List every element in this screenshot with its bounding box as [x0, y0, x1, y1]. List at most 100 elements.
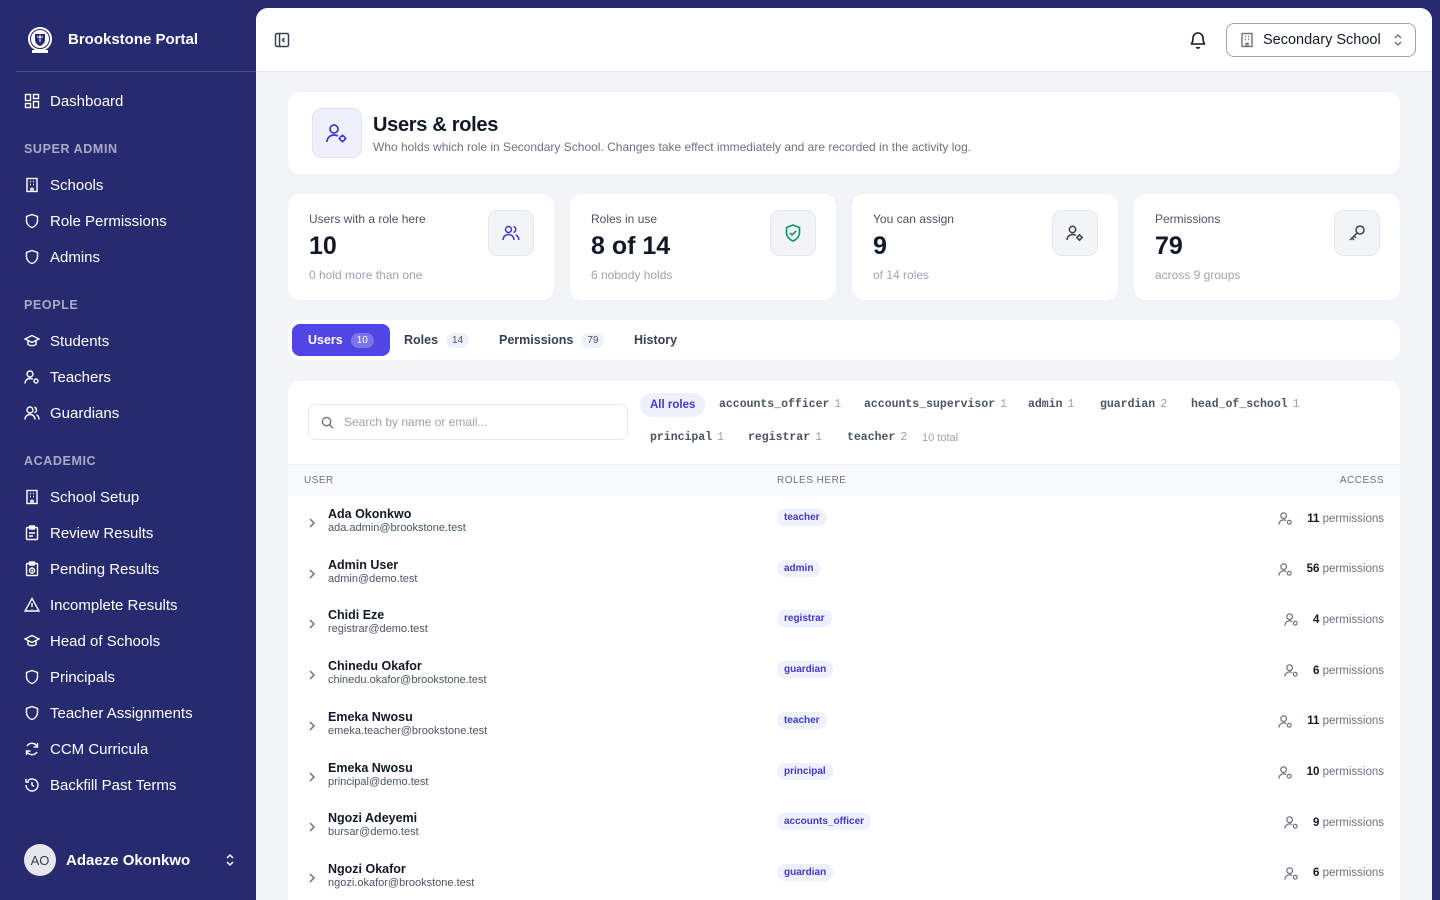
filter-chip-accounts-officer[interactable]: accounts_officer 1 — [709, 392, 851, 416]
user-cog-icon — [1278, 512, 1292, 525]
school-selector[interactable]: Secondary School — [1226, 23, 1416, 57]
filter-chip-registrar[interactable]: registrar 1 — [738, 425, 832, 449]
chevron-right-icon[interactable] — [306, 771, 318, 783]
chevron-right-icon[interactable] — [306, 872, 318, 884]
access-summary: 9 permissions — [1284, 815, 1384, 830]
filter-chip-accounts-supervisor[interactable]: accounts_supervisor 1 — [854, 392, 1017, 416]
chip-label: admin — [1028, 397, 1063, 411]
user-cog-icon — [1278, 715, 1292, 728]
tab-roles[interactable]: Roles 14 — [388, 324, 485, 356]
sidebar-item-review-results[interactable]: Review Results — [16, 516, 240, 550]
sidebar-item-pending-results[interactable]: Pending Results — [16, 552, 240, 586]
column-header-access: ACCESS — [1339, 475, 1384, 486]
role-badge: guardian — [777, 661, 834, 679]
building-icon — [1241, 32, 1253, 48]
permission-label: permissions — [1322, 563, 1384, 576]
sidebar-item-school-setup[interactable]: School Setup — [16, 480, 240, 514]
shield-icon — [25, 213, 39, 229]
sidebar-item-incomplete-results[interactable]: Incomplete Results — [16, 588, 240, 622]
chevron-right-icon[interactable] — [306, 821, 318, 833]
user-menu[interactable]: AO Adaeze Okonkwo — [24, 843, 236, 877]
chip-label: registrar — [748, 430, 811, 444]
table-row[interactable]: Ngozi Okafor ngozi.okafor@brookstone.tes… — [288, 860, 1400, 900]
filter-chip-guardian[interactable]: guardian 2 — [1090, 392, 1177, 416]
sidebar-item-teacher-assignments[interactable]: Teacher Assignments — [16, 696, 240, 730]
table-row[interactable]: Admin User admin@demo.test admin 56 perm… — [288, 556, 1400, 607]
chip-count: 1 — [717, 430, 725, 444]
filter-chip-all-roles[interactable]: All roles — [640, 393, 706, 417]
graduation-cap-icon — [24, 634, 40, 647]
tab-history[interactable]: History — [618, 324, 693, 356]
sidebar-item-schools[interactable]: Schools — [16, 168, 240, 202]
stat-value: 79 — [1155, 232, 1183, 260]
stat-value: 10 — [309, 232, 337, 260]
notifications-button[interactable] — [1188, 30, 1208, 50]
tab-users[interactable]: Users 10 — [292, 324, 390, 356]
building-icon — [26, 177, 38, 193]
stat-sub: 6 nobody holds — [591, 268, 673, 282]
sidebar-item-dashboard[interactable]: Dashboard — [16, 84, 240, 118]
filter-chip-admin[interactable]: admin 1 — [1018, 392, 1084, 416]
page-subtitle: Who holds which role in Secondary School… — [373, 140, 972, 154]
tab-permissions[interactable]: Permissions 79 — [483, 324, 620, 356]
role-badge: principal — [777, 762, 833, 780]
sidebar-item-ccm-curricula[interactable]: CCM Curricula — [16, 732, 240, 766]
topbar: Secondary School — [256, 8, 1432, 72]
sidebar-item-label: Pending Results — [50, 560, 160, 578]
sidebar-item-principals[interactable]: Principals — [16, 660, 240, 694]
tab-label: Permissions — [499, 333, 574, 347]
filter-chip-head-of-school[interactable]: head_of_school 1 — [1181, 392, 1310, 416]
chevron-right-icon[interactable] — [306, 568, 318, 580]
permission-count: 4 — [1313, 613, 1320, 626]
filter-chip-teacher[interactable]: teacher 2 — [837, 425, 917, 449]
search-box[interactable] — [308, 404, 628, 440]
table-row[interactable]: Emeka Nwosu emeka.teacher@brookstone.tes… — [288, 708, 1400, 759]
brand[interactable]: Brookstone Portal — [16, 22, 256, 72]
stat-label: Roles in use — [591, 212, 658, 226]
table-row[interactable]: Chinedu Okafor chinedu.okafor@brookstone… — [288, 657, 1400, 708]
access-summary: 11 permissions — [1278, 511, 1384, 526]
users-table-card: All roles accounts_officer 1 accounts_sup… — [288, 381, 1400, 900]
brand-name: Brookstone Portal — [68, 31, 199, 48]
user-cog-icon — [24, 370, 39, 384]
access-summary: 10 permissions — [1277, 765, 1384, 780]
sidebar-item-admins[interactable]: Admins — [16, 240, 240, 274]
chip-label: principal — [650, 430, 713, 444]
chevron-right-icon[interactable] — [306, 720, 318, 732]
chevron-right-icon[interactable] — [306, 517, 318, 529]
user-name: Chidi Eze — [328, 608, 385, 623]
table-row[interactable]: Ada Okonkwo ada.admin@brookstone.test te… — [288, 505, 1400, 556]
shield-icon — [25, 669, 39, 685]
nav-section-academic: ACADEMIC — [24, 454, 97, 468]
chevron-right-icon[interactable] — [306, 669, 318, 681]
user-name: Admin User — [328, 557, 399, 572]
user-email: ngozi.okafor@brookstone.test — [328, 876, 475, 889]
page-header: Users & roles Who holds which role in Se… — [288, 92, 1400, 174]
search-input[interactable] — [344, 415, 614, 429]
chevron-right-icon[interactable] — [306, 618, 318, 630]
table-row[interactable]: Chidi Eze registrar@demo.test registrar … — [288, 606, 1400, 657]
sidebar-item-label: Role Permissions — [50, 212, 167, 230]
sidebar-item-guardians[interactable]: Guardians — [16, 396, 240, 430]
tab-label: Users — [308, 333, 343, 347]
sidebar-item-teachers[interactable]: Teachers — [16, 360, 240, 394]
history-icon — [25, 778, 39, 792]
sidebar-toggle-button[interactable] — [272, 30, 292, 50]
sidebar-item-label: Schools — [50, 176, 104, 194]
user-name: Emeka Nwosu — [328, 709, 413, 724]
main-content: Secondary School Users & roles Who holds… — [256, 8, 1432, 900]
filter-chip-principal[interactable]: principal 1 — [640, 425, 734, 449]
permission-count: 9 — [1313, 816, 1320, 829]
sidebar-item-students[interactable]: Students — [16, 324, 240, 358]
table-row[interactable]: Ngozi Adeyemi bursar@demo.test accounts_… — [288, 809, 1400, 860]
sidebar-item-head-of-schools[interactable]: Head of Schools — [16, 624, 240, 658]
role-badge: admin — [777, 559, 821, 577]
permission-label: permissions — [1322, 766, 1384, 778]
table-row[interactable]: Emeka Nwosu principal@demo.test principa… — [288, 759, 1400, 810]
stat-sub: across 9 groups — [1155, 268, 1241, 282]
sidebar-item-backfill-past-terms[interactable]: Backfill Past Terms — [16, 768, 240, 802]
chevron-up-down-icon — [226, 853, 234, 867]
role-badge: teacher — [777, 711, 827, 729]
sidebar-item-role-permissions[interactable]: Role Permissions — [16, 204, 240, 238]
user-cog-icon — [312, 108, 362, 158]
